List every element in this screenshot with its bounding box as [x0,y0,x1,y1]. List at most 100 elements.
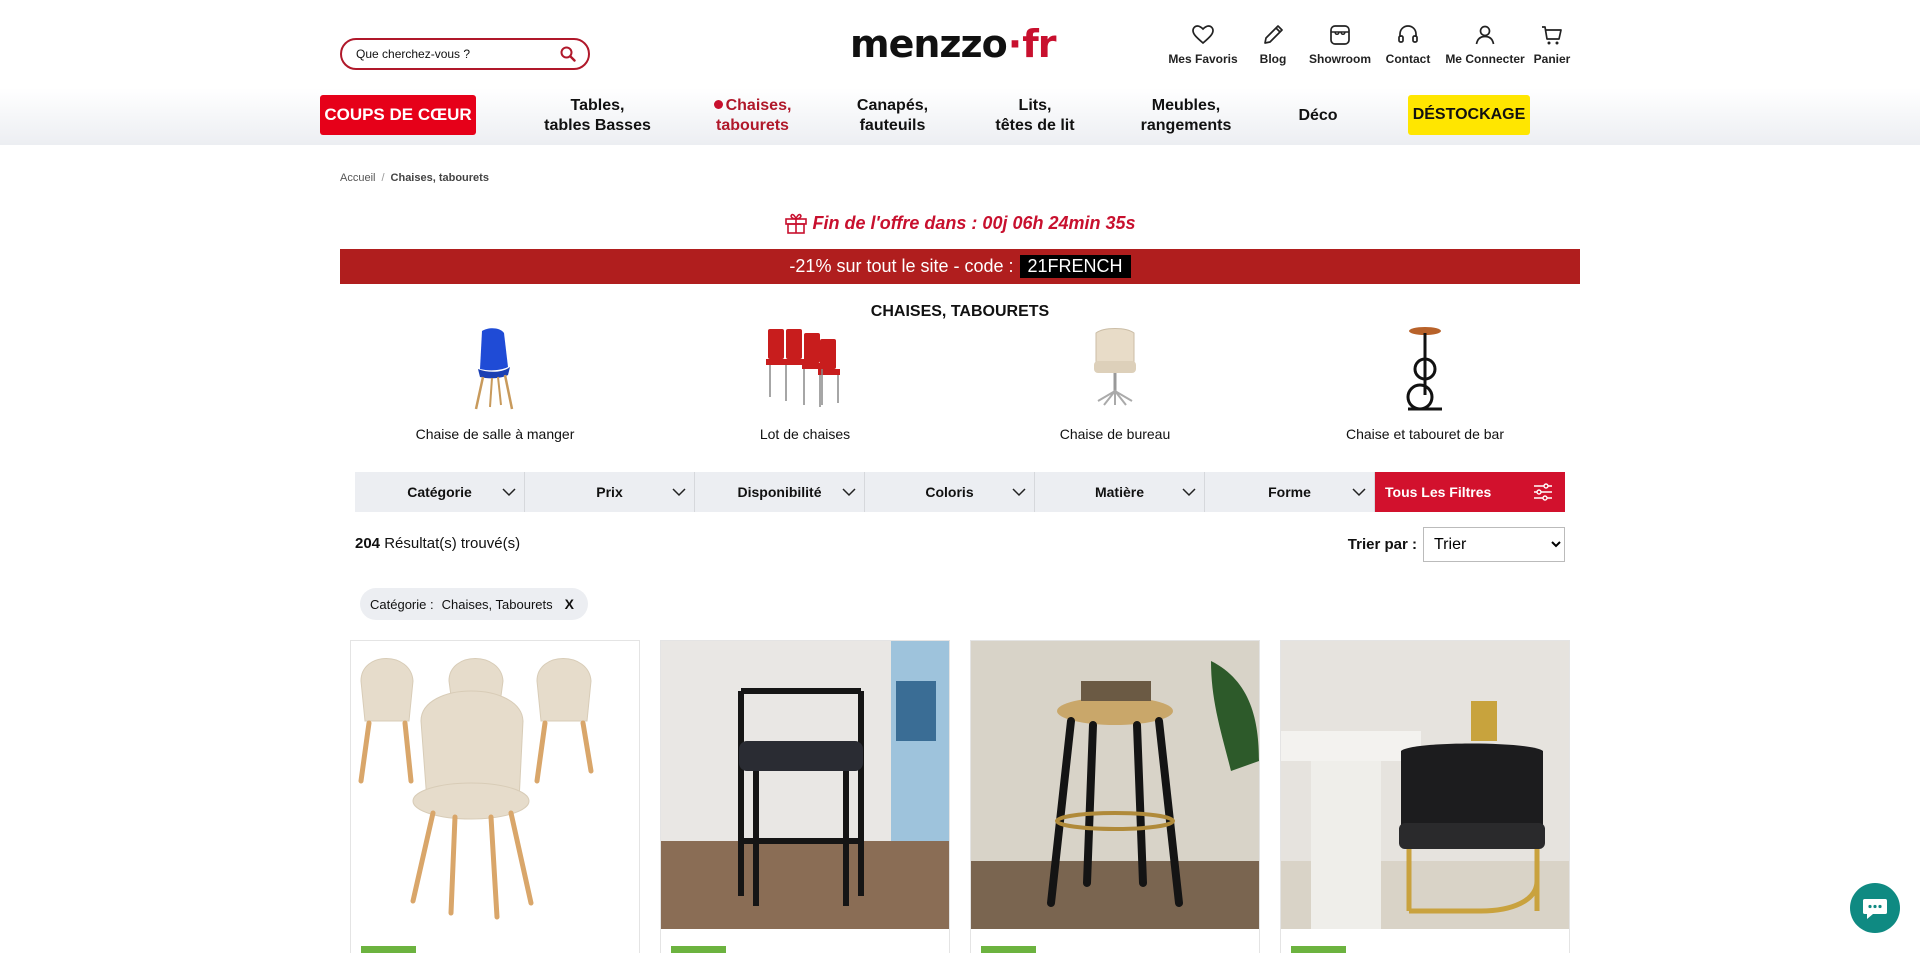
active-dot [713,100,723,109]
nav-canapes[interactable]: Canapés, fauteuils [840,94,945,138]
bar-stool-image [1406,327,1442,411]
chat-button[interactable] [1850,883,1900,933]
promo-banner: -21% sur tout le site - code : 21FRENCH [340,249,1580,284]
search-input[interactable] [356,47,560,61]
filter-label: Catégorie [407,484,472,500]
logo-tld: fr [1022,22,1056,66]
filter-color[interactable]: Coloris [865,472,1035,512]
contact-link[interactable]: Contact [1378,22,1438,66]
nav-tables[interactable]: Tables, tables Basses [530,94,665,138]
filter-category[interactable]: Catégorie [355,472,525,512]
product-card[interactable] [970,640,1260,953]
office-chair-image [1094,328,1136,406]
nav-lits-line1: Lits, [1018,97,1052,114]
nav-deco[interactable]: Déco [1288,94,1348,138]
nav-chaises[interactable]: Chaises, tabourets [695,94,810,138]
cart-icon [1542,26,1562,45]
subcat-dining-chair[interactable]: Chaise de salle à manger [385,325,605,442]
all-filters-button[interactable]: Tous Les Filtres [1375,472,1565,512]
breadcrumb: Accueil / Chaises, tabourets [340,172,489,184]
contact-label: Contact [1385,52,1431,66]
promo-text: -21% sur tout le site - code : [789,256,1014,276]
subcat-chair-set[interactable]: Lot de chaises [695,325,915,442]
site-logo[interactable]: menzzo · fr [850,22,1056,66]
product-badge [361,946,416,953]
blog-link[interactable]: Blog [1244,22,1302,66]
product-image-beige-chairs [351,641,639,929]
store-icon [1330,25,1350,45]
filter-label: Coloris [925,484,974,500]
product-grid [350,640,1570,953]
filter-shape[interactable]: Forme [1205,472,1375,512]
breadcrumb-home[interactable]: Accueil [340,172,375,184]
chevron-down-icon [1182,488,1196,497]
favorites-link[interactable]: Mes Favoris [1168,22,1238,66]
nav-chaises-line1: Chaises, [725,97,792,114]
cart-label: Panier [1533,52,1571,66]
nav-lits[interactable]: Lits, têtes de lit [980,94,1090,138]
active-filter-chip: Catégorie : Chaises, Tabourets X [360,588,588,620]
nav-meubles[interactable]: Meubles, rangements [1126,94,1246,138]
subcat-label: Lot de chaises [759,426,851,442]
results-number: 204 [355,535,381,552]
nav-canapes-line2: fauteuils [859,117,926,134]
all-filters-label: Tous Les Filtres [1385,484,1492,500]
subcat-label: Chaise et tabouret de bar [1346,426,1504,442]
showroom-link[interactable]: Showroom [1308,22,1372,66]
product-badge [671,946,726,953]
nav-destockage[interactable]: DÉSTOCKAGE [1408,95,1530,135]
filter-material[interactable]: Matière [1035,472,1205,512]
main-nav: COUPS DE CŒUR Tables, tables Basses Chais… [0,88,1920,145]
sort-control: Trier par : Trier [1348,527,1565,562]
chevron-down-icon [1352,488,1366,497]
nav-tables-line2: tables Basses [544,117,651,134]
blue-chair-image [474,328,514,410]
site-header: menzzo·fr Mes Favoris Blog Showroom Cont… [0,0,1920,88]
pencil-icon [1264,25,1283,44]
chip-value: Chaises, Tabourets [441,596,553,612]
filter-label: Forme [1268,484,1311,500]
cart-link[interactable]: Panier [1530,22,1574,66]
red-chairs-image [766,329,840,407]
product-card[interactable] [350,640,640,953]
login-link[interactable]: Me Connecter [1444,22,1526,66]
nav-canapes-line1: Canapés, [856,97,929,114]
product-image-black-bar-stool [661,641,949,929]
breadcrumb-separator: / [381,172,385,184]
subcategory-list: Chaise de salle à manger Lot de chaises … [340,325,1580,445]
nav-meubles-line2: rangements [1140,117,1232,134]
remove-filter-button[interactable]: X [565,596,574,612]
search-box[interactable] [340,38,590,70]
gift-icon [785,213,808,234]
breadcrumb-current: Chaises, tabourets [390,172,489,184]
subcat-office-chair[interactable]: Chaise de bureau [1005,325,1225,442]
product-card[interactable] [660,640,950,953]
logo-text: menzzo [850,22,1008,66]
sort-label: Trier par : [1347,536,1417,553]
results-count: 204 Résultat(s) trouvé(s) [355,535,520,552]
user-icon [1475,25,1495,45]
filter-bar: Catégorie Prix Disponibilité Coloris Mat… [355,472,1565,512]
filter-availability[interactable]: Disponibilité [695,472,865,512]
subcat-label: Chaise de salle à manger [415,426,575,442]
sort-select[interactable]: Trier [1423,527,1565,562]
nav-coups-de-coeur[interactable]: COUPS DE CŒUR [320,95,476,135]
chevron-down-icon [842,488,856,497]
chip-key: Catégorie : [370,596,434,612]
chat-bubble-icon [1863,899,1887,919]
product-image-black-gold-chair [1281,641,1569,929]
sliders-icon [1534,483,1552,501]
filter-price[interactable]: Prix [525,472,695,512]
filter-label: Matière [1094,484,1145,500]
page-title: CHAISES, TABOURETS [870,303,1050,320]
chevron-down-icon [502,488,516,497]
subcat-bar-stool[interactable]: Chaise et tabouret de bar [1315,325,1535,442]
logo-dot: · [1007,22,1022,66]
search-icon[interactable] [560,46,576,62]
showroom-label: Showroom [1309,52,1371,66]
product-card[interactable] [1280,640,1570,953]
login-label: Me Connecter [1445,52,1525,66]
nav-tables-line1: Tables, [570,97,625,114]
product-image-wood-stool [971,641,1259,929]
filter-label: Prix [596,484,623,500]
